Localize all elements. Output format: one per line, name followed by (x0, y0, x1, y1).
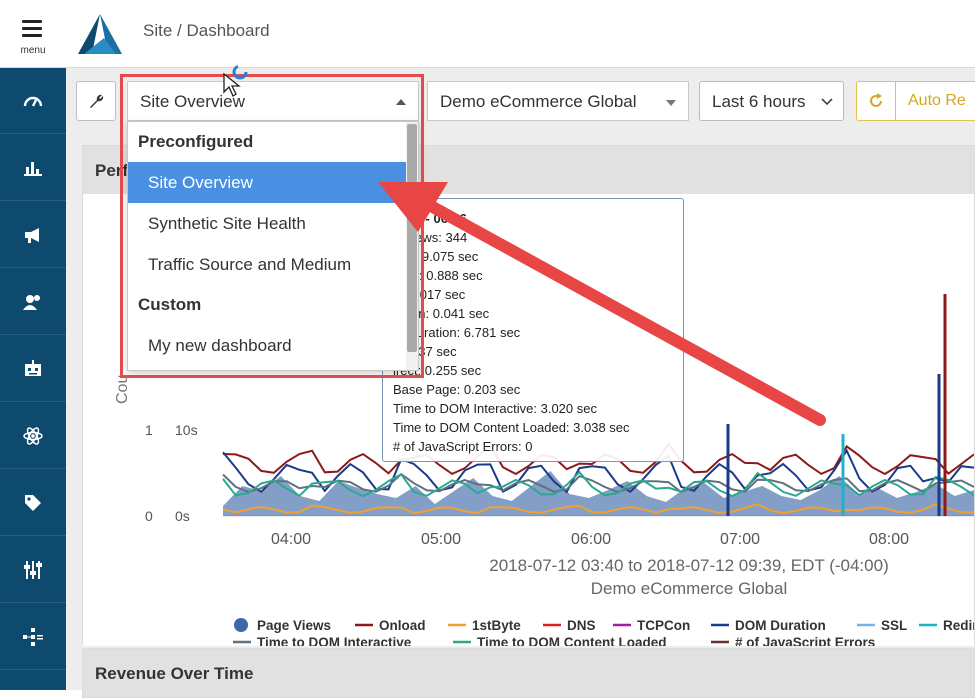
annotation-arrow (378, 182, 826, 426)
loading-spinner-icon (232, 64, 248, 80)
